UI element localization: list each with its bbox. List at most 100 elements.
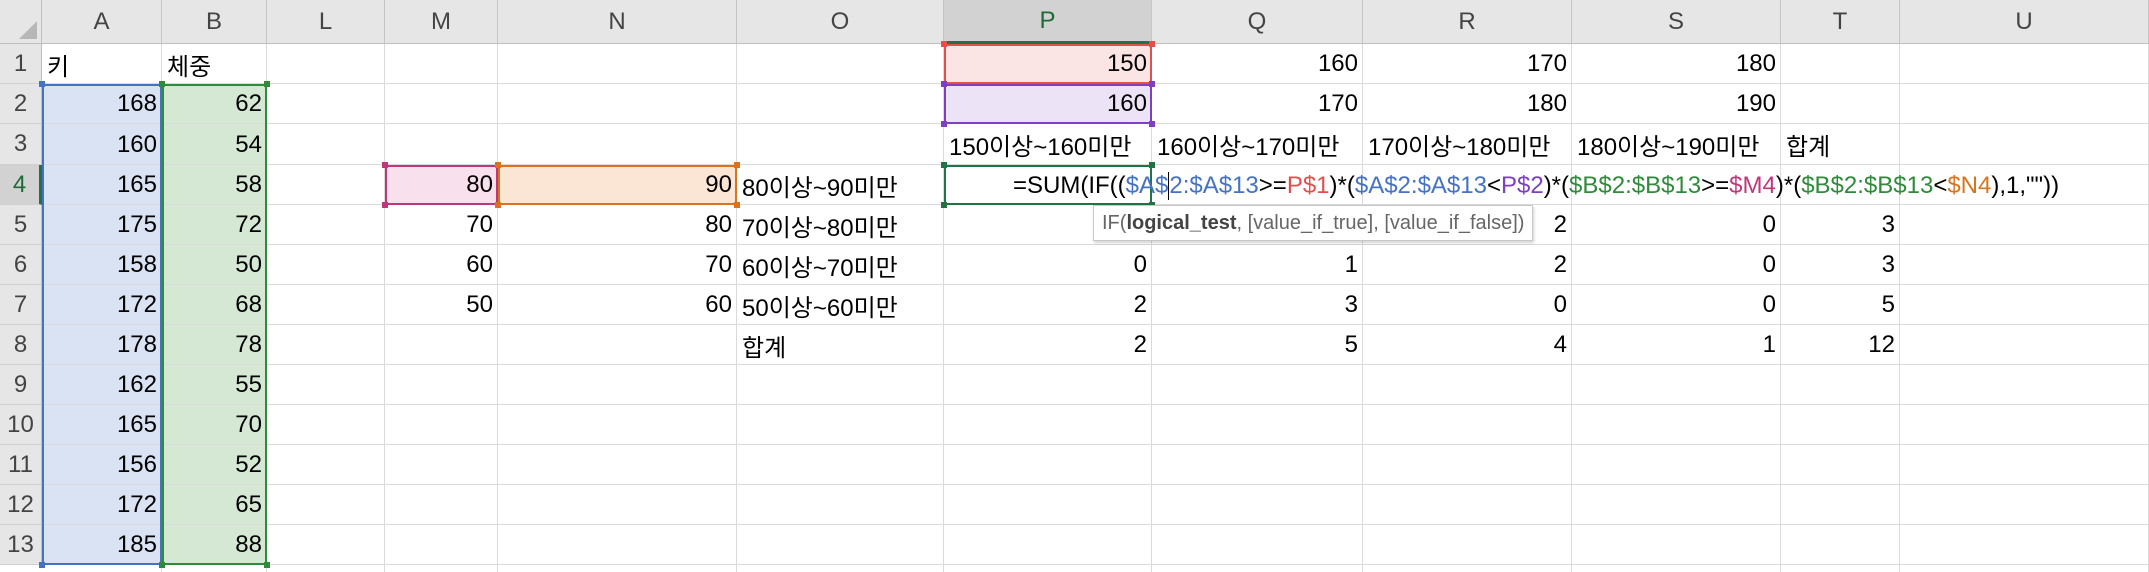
formula-token[interactable]: $A$2:$A$13	[1355, 172, 1487, 200]
tooltip-current-argument[interactable]: logical_test	[1126, 212, 1236, 235]
formula-token[interactable]: )*(	[1544, 172, 1569, 200]
cell-q2[interactable]: 170	[1152, 84, 1363, 124]
column-header-p[interactable]: P	[944, 0, 1152, 44]
cell-n5[interactable]: 80	[498, 205, 737, 245]
ref-box-n4[interactable]	[498, 165, 737, 205]
resize-handle[interactable]	[382, 162, 388, 168]
row-header-5[interactable]: 5	[0, 205, 42, 245]
column-header-n[interactable]: N	[498, 0, 737, 44]
column-header-r[interactable]: R	[1363, 0, 1572, 44]
formula-token[interactable]: P$2	[1501, 172, 1544, 200]
formula-token[interactable]: )*(	[1330, 172, 1355, 200]
row-header-12[interactable]: 12	[0, 485, 42, 525]
cell-s8[interactable]: 1	[1572, 325, 1781, 365]
column-header-s[interactable]: S	[1572, 0, 1781, 44]
formula-token[interactable]: $A$	[1126, 172, 1169, 200]
cell-t8[interactable]: 12	[1781, 325, 1900, 365]
function-argument-tooltip[interactable]: IF(logical_test, [value_if_true], [value…	[1093, 205, 1534, 241]
select-all-corner[interactable]	[0, 0, 42, 44]
ref-box-p1[interactable]	[944, 44, 1152, 84]
formula-token[interactable]: $B$2:$B$13	[1569, 172, 1701, 200]
column-header-m[interactable]: M	[385, 0, 498, 44]
row-header-1[interactable]: 1	[0, 44, 42, 84]
resize-handle[interactable]	[495, 162, 501, 168]
formula-token[interactable]: >=	[1701, 172, 1729, 200]
column-header-u[interactable]: U	[1900, 0, 2149, 44]
range-box-b2-b13[interactable]	[162, 84, 267, 565]
row-header-4[interactable]: 4	[0, 165, 42, 205]
cell-n6[interactable]: 70	[498, 245, 737, 285]
cell-m6[interactable]: 60	[385, 245, 498, 285]
cell-s6[interactable]: 0	[1572, 245, 1781, 285]
cell-o7[interactable]: 50이상~60미만	[737, 285, 944, 325]
cell-o5[interactable]: 70이상~80미만	[737, 205, 944, 245]
cell-s7[interactable]: 0	[1572, 285, 1781, 325]
resize-handle[interactable]	[1149, 121, 1155, 127]
cell-q8[interactable]: 5	[1152, 325, 1363, 365]
cell-q1[interactable]: 160	[1152, 44, 1363, 84]
resize-handle[interactable]	[941, 81, 947, 87]
cell-b1[interactable]: 체중	[162, 44, 267, 84]
resize-handle[interactable]	[159, 81, 165, 87]
cell-t6[interactable]: 3	[1781, 245, 1900, 285]
formula-token[interactable]: ),1,""))	[1991, 172, 2059, 200]
cell-p3[interactable]: 150이상~160미만	[944, 124, 1152, 165]
resize-handle[interactable]	[941, 162, 947, 168]
resize-handle[interactable]	[941, 41, 947, 47]
cell-p6[interactable]: 0	[944, 245, 1152, 285]
row-header-11[interactable]: 11	[0, 445, 42, 485]
cell-p8[interactable]: 2	[944, 325, 1152, 365]
cell-t3[interactable]: 합계	[1781, 124, 1900, 165]
spreadsheet-grid[interactable]: ABLMNOPQRSTU 1 2 3 4 5 6 7 8 9 10 11 12 13 키 체중 168 62 1…	[0, 0, 2149, 572]
column-header-a[interactable]: A	[42, 0, 162, 44]
row-header-10[interactable]: 10	[0, 405, 42, 445]
range-box-a2-a13[interactable]	[42, 84, 162, 565]
resize-handle[interactable]	[495, 202, 501, 208]
row-header-2[interactable]: 2	[0, 84, 42, 124]
formula-token[interactable]: 2:$A$13	[1169, 172, 1258, 200]
row-header-9[interactable]: 9	[0, 365, 42, 405]
formula-token[interactable]: $N4	[1947, 172, 1991, 200]
in-cell-formula-editor[interactable]: =SUM(IF(($A$ 2:$A$13 >= P$1)*($A$2:$A$13 < P$…	[1007, 166, 2059, 206]
cell-o8[interactable]: 합계	[737, 325, 944, 365]
cell-o6[interactable]: 60이상~70미만	[737, 245, 944, 285]
resize-handle[interactable]	[941, 121, 947, 127]
formula-token[interactable]: =SUM(IF((	[1013, 172, 1126, 200]
ref-box-p2[interactable]	[944, 84, 1152, 124]
cell-q3[interactable]: 160이상~170미만	[1152, 124, 1363, 165]
row-header-3[interactable]: 3	[0, 124, 42, 165]
cell-r2[interactable]: 180	[1363, 84, 1572, 124]
cell-t5[interactable]: 3	[1781, 205, 1900, 245]
formula-token[interactable]: <	[1487, 172, 1501, 200]
cell-q7[interactable]: 3	[1152, 285, 1363, 325]
row-header-6[interactable]: 6	[0, 245, 42, 285]
tooltip-function-name[interactable]: IF(	[1102, 212, 1126, 235]
resize-handle[interactable]	[1149, 81, 1155, 87]
cell-o4[interactable]: 80이상~90미만	[737, 165, 944, 205]
cell-r6[interactable]: 2	[1363, 245, 1572, 285]
formula-token[interactable]: $B$2:$B$13	[1801, 172, 1933, 200]
formula-token[interactable]: $M4	[1729, 172, 1776, 200]
cell-m5[interactable]: 70	[385, 205, 498, 245]
formula-token[interactable]: >=	[1259, 172, 1287, 200]
formula-token[interactable]: )*(	[1776, 172, 1801, 200]
cell-s1[interactable]: 180	[1572, 44, 1781, 84]
resize-handle[interactable]	[734, 202, 740, 208]
column-header-l[interactable]: L	[267, 0, 385, 44]
row-header-7[interactable]: 7	[0, 285, 42, 325]
row-header-8[interactable]: 8	[0, 325, 42, 365]
resize-handle[interactable]	[264, 81, 270, 87]
resize-handle[interactable]	[39, 562, 45, 568]
row-header-13[interactable]: 13	[0, 525, 42, 565]
cell-r3[interactable]: 170이상~180미만	[1363, 124, 1572, 165]
resize-handle[interactable]	[159, 562, 165, 568]
cell-p7[interactable]: 2	[944, 285, 1152, 325]
cell-r7[interactable]: 0	[1363, 285, 1572, 325]
cell-s5[interactable]: 0	[1572, 205, 1781, 245]
resize-handle[interactable]	[382, 202, 388, 208]
resize-handle[interactable]	[941, 202, 947, 208]
resize-handle[interactable]	[1149, 41, 1155, 47]
formula-token[interactable]: P$1	[1287, 172, 1330, 200]
cell-s3[interactable]: 180이상~190미만	[1572, 124, 1781, 165]
column-header-t[interactable]: T	[1781, 0, 1900, 44]
